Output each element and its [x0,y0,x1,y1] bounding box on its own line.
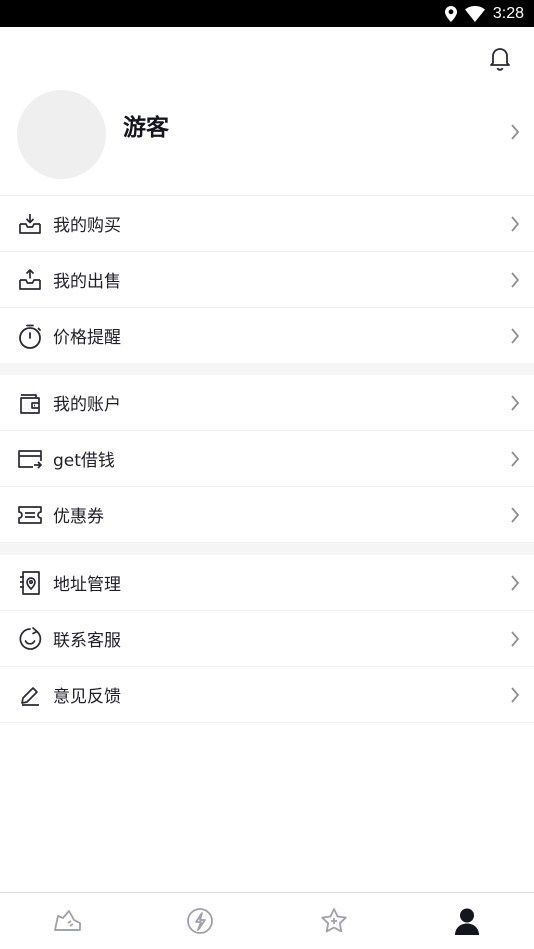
chevron-right-icon [511,686,520,703]
status-bar: 3:28 [0,0,534,27]
tab-sneakers[interactable] [0,893,134,949]
location-book-icon [17,570,43,596]
wifi-icon [464,5,485,22]
menu-item-my-account[interactable]: 我的账户 [0,375,534,431]
chevron-right-icon [511,630,520,647]
menu-item-address-management[interactable]: 地址管理 [0,555,534,611]
avatar[interactable] [17,90,106,179]
tab-flash[interactable] [134,893,268,949]
menu-item-price-alert[interactable]: 价格提醒 [0,308,534,364]
chevron-right-icon [511,394,520,411]
menu-item-customer-service[interactable]: 联系客服 [0,611,534,667]
menu-item-label: get借钱 [53,451,115,471]
notification-bell-button[interactable] [485,43,515,73]
card-transfer-icon [17,446,43,472]
ticket-icon [17,502,43,528]
chevron-right-icon [511,124,520,140]
chevron-right-icon [511,215,520,232]
chevron-right-icon [511,574,520,591]
star-plus-icon [321,908,347,933]
username: 游客 [123,115,169,141]
flash-icon [187,908,214,934]
menu-item-my-sales[interactable]: 我的出售 [0,252,534,308]
tab-favorites[interactable] [267,893,401,949]
menu-item-get-loan[interactable]: get借钱 [0,431,534,487]
menu-item-coupons[interactable]: 优惠券 [0,487,534,543]
chevron-right-icon [511,271,520,288]
pencil-icon [17,682,43,708]
sneaker-icon [53,910,81,931]
profile-header[interactable]: 游客 [0,82,534,195]
location-icon [444,5,457,22]
tray-download-icon [17,211,43,237]
menu-item-label: 优惠券 [53,507,104,527]
menu-item-feedback[interactable]: 意见反馈 [0,667,534,723]
section-separator [0,543,534,555]
tray-upload-icon [17,267,43,293]
tab-profile[interactable] [401,893,534,949]
menu-group-service: 地址管理 联系客服 意见反馈 [0,555,534,723]
person-icon [455,908,480,935]
chevron-right-icon [511,450,520,467]
menu-item-label: 价格提醒 [53,328,121,348]
section-separator [0,363,534,375]
menu-group-trade: 我的购买 我的出售 价格提醒 [0,196,534,364]
menu-item-label: 地址管理 [53,575,121,595]
menu-item-label: 我的购买 [53,216,121,236]
menu-item-my-purchases[interactable]: 我的购买 [0,196,534,252]
bell-icon [490,48,510,71]
chevron-right-icon [511,327,520,344]
menu-item-label: 联系客服 [53,631,121,651]
menu-item-label: 我的账户 [53,395,121,415]
menu-item-label: 意见反馈 [53,687,121,707]
smile-bubble-icon [17,626,43,652]
menu-item-label: 我的出售 [53,272,121,292]
bottom-tab-bar [0,892,534,949]
chevron-right-icon [511,506,520,523]
stopwatch-icon [17,323,43,349]
status-time: 3:28 [492,4,524,22]
menu-group-finance: 我的账户 get借钱 优惠券 [0,375,534,543]
wallet-icon [17,390,43,416]
